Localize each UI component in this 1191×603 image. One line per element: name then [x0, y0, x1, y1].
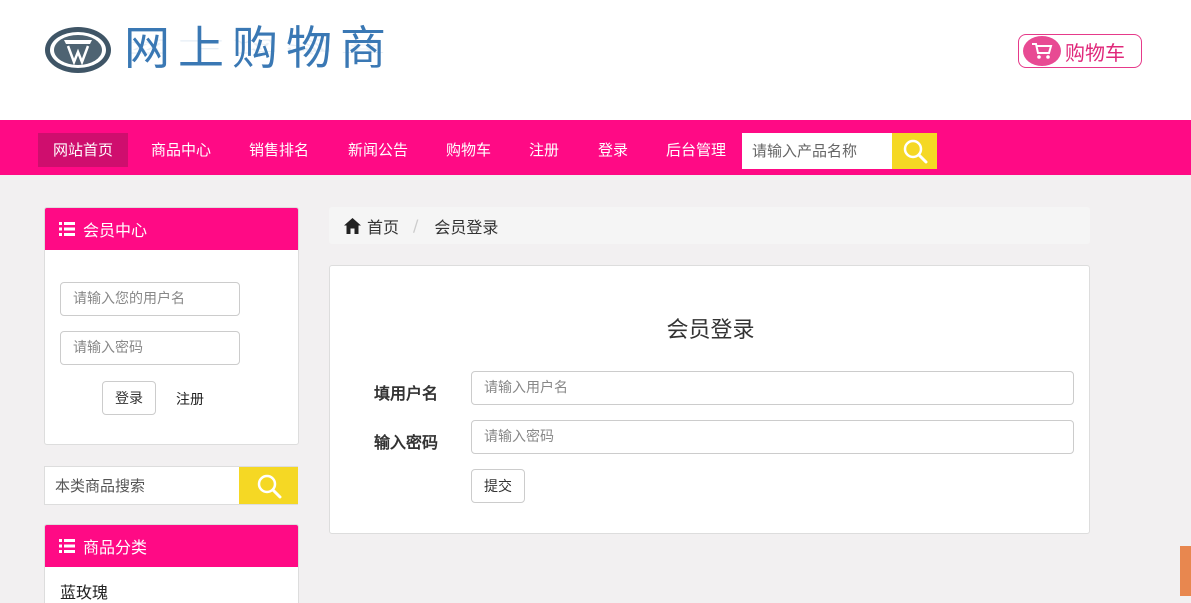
category-title: 商品分类 — [83, 538, 148, 557]
breadcrumb-current: 会员登录 — [434, 217, 499, 237]
breadcrumb: 首页 / 会员登录 — [329, 207, 1090, 244]
sidebar-username-input[interactable] — [60, 282, 240, 316]
cart-icon — [1023, 36, 1061, 66]
nav-item-cart[interactable]: 购物车 — [431, 133, 506, 167]
sidebar-register-link[interactable]: 注册 — [176, 389, 204, 409]
nav-item-login[interactable]: 登录 — [583, 133, 643, 167]
login-form-panel: 会员登录 填用户名 输入密码 提交 — [329, 265, 1090, 534]
password-label: 输入密码 — [374, 433, 439, 452]
logo-text-reflection: 网上购物商 — [124, 37, 394, 57]
category-panel: 商品分类 蓝玫瑰 — [44, 524, 299, 603]
category-search-input[interactable] — [45, 467, 239, 504]
category-search-box — [44, 466, 298, 505]
main-nav: 网站首页 商品中心 销售排名 新闻公告 购物车 注册 登录 后台管理 — [0, 120, 1191, 175]
search-icon — [903, 139, 927, 164]
list-icon — [59, 539, 75, 553]
site-header: 网上购物商 网上购物商 购物车 — [0, 0, 1191, 120]
logo-emblem-icon — [45, 27, 111, 73]
member-center-panel: 会员中心 登录 注册 — [44, 207, 299, 445]
category-header: 商品分类 — [45, 525, 298, 567]
product-search-input[interactable] — [742, 133, 892, 169]
nav-item-register[interactable]: 注册 — [514, 133, 574, 167]
breadcrumb-separator: / — [413, 216, 419, 235]
nav-item-home[interactable]: 网站首页 — [38, 133, 129, 167]
sidebar-password-input[interactable] — [60, 331, 240, 365]
password-input[interactable] — [471, 420, 1074, 454]
nav-item-products[interactable]: 商品中心 — [136, 133, 226, 167]
nav-item-admin[interactable]: 后台管理 — [651, 133, 741, 167]
sidebar-login-button[interactable]: 登录 — [102, 381, 156, 415]
username-label: 填用户名 — [374, 384, 439, 403]
side-float-tab[interactable] — [1180, 546, 1191, 596]
product-search-button[interactable] — [892, 133, 937, 169]
cart-label: 购物车 — [1065, 40, 1125, 65]
login-title: 会员登录 — [666, 318, 755, 343]
header-cart-button[interactable]: 购物车 — [1018, 34, 1142, 68]
nav-item-sales-ranking[interactable]: 销售排名 — [234, 133, 324, 167]
nav-item-news[interactable]: 新闻公告 — [333, 133, 423, 167]
breadcrumb-home[interactable]: 首页 — [367, 214, 399, 238]
username-input[interactable] — [471, 371, 1074, 405]
search-icon — [257, 474, 281, 498]
member-center-header: 会员中心 — [45, 208, 298, 250]
member-center-title: 会员中心 — [83, 221, 148, 240]
submit-button[interactable]: 提交 — [471, 469, 525, 503]
list-icon — [59, 222, 75, 236]
category-item[interactable]: 蓝玫瑰 — [60, 579, 108, 603]
home-icon — [344, 217, 361, 234]
category-search-button[interactable] — [239, 467, 298, 504]
